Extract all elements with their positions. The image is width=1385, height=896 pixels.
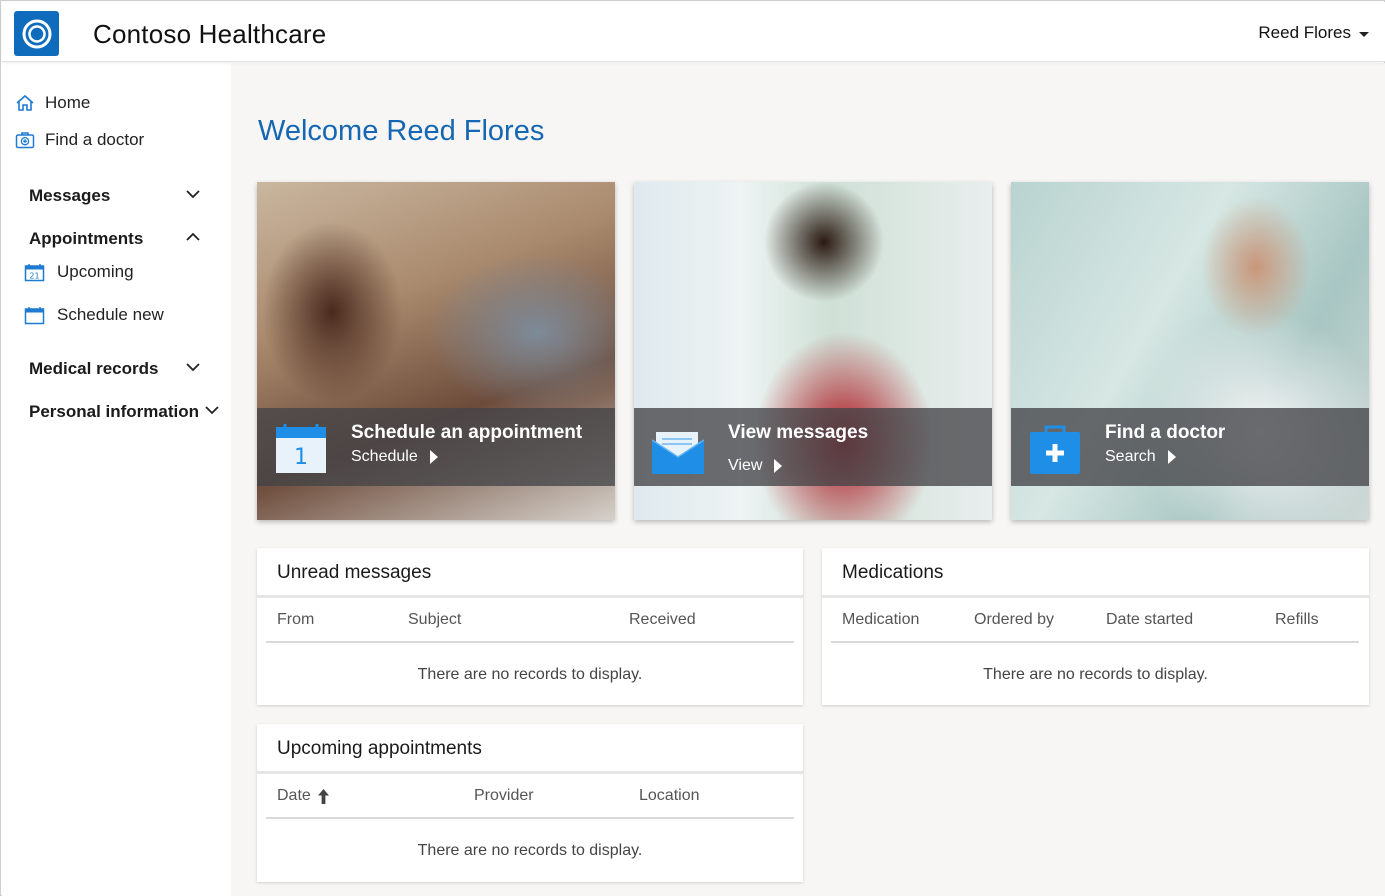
arrow-up-icon [317, 788, 329, 804]
app-logo[interactable] [14, 11, 59, 56]
column-header-date[interactable]: Date [277, 787, 330, 805]
nav-section-label: Messages [29, 186, 111, 205]
play-arrow-icon [774, 459, 783, 473]
nav-home[interactable]: Home [15, 93, 90, 113]
nav-section-medical-records[interactable]: Medical records [29, 359, 224, 379]
user-menu[interactable]: Reed Flores [1258, 23, 1369, 43]
main-content: Welcome Reed Flores 1 Schedule an appoin… [231, 63, 1385, 896]
unread-messages-card: Unread messages From Subject Received Th… [257, 548, 803, 705]
play-arrow-icon [1167, 450, 1176, 464]
tile-action-link[interactable]: Schedule [351, 448, 438, 466]
chevron-down-icon [186, 363, 200, 372]
empty-state-text: There are no records to display. [983, 666, 1208, 683]
calendar-icon [24, 306, 45, 324]
column-header-provider[interactable]: Provider [474, 787, 534, 805]
empty-state-text: There are no records to display. [417, 842, 643, 859]
nav-section-personal-information[interactable]: Personal information [29, 402, 224, 422]
nav-section-label: Appointments [29, 229, 144, 248]
tile-title: View messages [728, 422, 869, 443]
column-header-refills[interactable]: Refills [1275, 611, 1319, 629]
column-header-from[interactable]: From [277, 611, 314, 629]
calendar-icon: 1 [276, 424, 326, 473]
medications-card: Medications Medication Ordered by Date s… [822, 548, 1369, 705]
nav-section-label: Personal information [29, 402, 200, 421]
card-title: Unread messages [277, 562, 432, 583]
tile-action-label: Search [1105, 448, 1156, 465]
logo-rings-icon [22, 19, 51, 48]
upcoming-appointments-card: Upcoming appointments Date Provider Loca… [257, 724, 803, 882]
nav-find-doctor-label: Find a doctor [45, 130, 145, 149]
card-title: Medications [842, 562, 944, 583]
nav-item-label: Schedule new [57, 305, 164, 324]
svg-text:21: 21 [29, 271, 39, 280]
chevron-down-icon [186, 190, 200, 199]
tile-caption: 1 Schedule an appointment Schedule [257, 408, 615, 486]
column-header-medication[interactable]: Medication [842, 611, 919, 629]
app-window: Contoso Healthcare Reed Flores Home Find… [0, 0, 1385, 896]
chevron-down-icon [205, 406, 219, 415]
top-bar: Contoso Healthcare Reed Flores [2, 2, 1385, 62]
play-arrow-icon [429, 450, 438, 464]
tile-action-link[interactable]: Search [1105, 448, 1176, 466]
tile-view-messages[interactable]: View messages View [634, 182, 992, 520]
column-header-location[interactable]: Location [639, 787, 700, 805]
svg-text:1: 1 [294, 445, 308, 470]
nav-find-doctor[interactable]: Find a doctor [15, 130, 144, 150]
tile-title: Find a doctor [1105, 422, 1226, 443]
nav-item-upcoming[interactable]: 21 Upcoming [24, 262, 134, 282]
nav-section-appointments[interactable]: Appointments [29, 229, 224, 249]
nav-section-label: Medical records [29, 359, 159, 378]
column-header-received[interactable]: Received [629, 611, 696, 629]
divider [257, 771, 803, 774]
tile-schedule-appointment[interactable]: 1 Schedule an appointment Schedule [257, 182, 615, 520]
chevron-up-icon [186, 232, 200, 241]
tile-action-label: Schedule [351, 448, 418, 465]
calendar-icon: 21 [24, 263, 45, 281]
tile-action-label: View [728, 457, 763, 474]
divider [266, 817, 794, 819]
column-header-subject[interactable]: Subject [408, 611, 461, 629]
tile-caption: Find a doctor Search [1011, 408, 1369, 486]
divider [822, 595, 1369, 598]
card-title: Upcoming appointments [277, 738, 482, 759]
medical-kit-icon [1030, 425, 1080, 474]
tile-find-doctor[interactable]: Find a doctor Search [1011, 182, 1369, 520]
nav-section-messages[interactable]: Messages [29, 186, 224, 206]
envelope-icon [652, 432, 704, 474]
user-name: Reed Flores [1258, 23, 1351, 42]
divider [266, 641, 794, 643]
nav-item-label: Upcoming [57, 262, 134, 281]
tile-caption: View messages View [634, 408, 992, 486]
tile-action-link[interactable]: View [728, 457, 783, 475]
column-header-date-started[interactable]: Date started [1106, 611, 1193, 629]
page-title: Welcome Reed Flores [258, 115, 545, 147]
column-header-ordered-by[interactable]: Ordered by [974, 611, 1054, 629]
sidebar: Home Find a doctor Messages Appointments [2, 63, 231, 896]
divider [831, 641, 1359, 643]
doctor-bag-icon [15, 132, 35, 149]
app-title: Contoso Healthcare [93, 19, 327, 49]
empty-state-text: There are no records to display. [417, 666, 643, 683]
caret-down-icon [1359, 31, 1369, 37]
nav-home-label: Home [45, 93, 91, 112]
tile-title: Schedule an appointment [351, 422, 583, 443]
column-header-label: Date [277, 787, 311, 804]
divider [257, 595, 803, 598]
home-icon [16, 94, 34, 111]
nav-item-schedule-new[interactable]: Schedule new [24, 305, 164, 325]
